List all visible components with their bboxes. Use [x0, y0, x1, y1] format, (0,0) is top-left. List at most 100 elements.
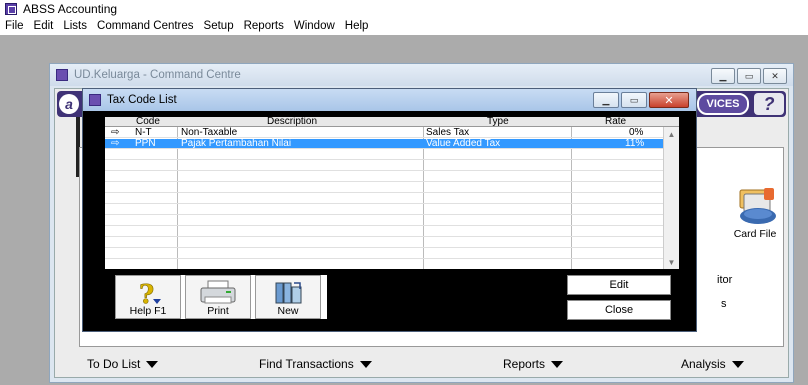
analysis-button[interactable]: Analysis: [681, 357, 744, 371]
cell-rate: 11%: [625, 138, 645, 149]
zoom-arrow-icon[interactable]: ⇨: [111, 128, 119, 138]
cell-rate: 0%: [629, 127, 644, 138]
card-file-button[interactable]: Card File: [720, 186, 790, 246]
partial-label-itor: itor: [717, 274, 733, 286]
header-type[interactable]: Type: [487, 117, 509, 127]
cell-type: Sales Tax: [426, 127, 470, 138]
cell-code: N-T: [135, 127, 152, 138]
help-question-icon: ?: [139, 280, 161, 307]
app-title: ABSS Accounting: [23, 1, 118, 16]
close-label: Close: [604, 304, 634, 316]
to-do-list-button[interactable]: To Do List: [87, 357, 159, 371]
command-centre-bottombar: To Do List Find Transactions Reports Ana…: [79, 351, 784, 377]
command-centre-titlebar[interactable]: UD.Keluarga - Command Centre ▁ ▭ ✕: [50, 64, 793, 86]
close-icon: ✕: [771, 70, 779, 81]
table-scrollbar[interactable]: ▲ ▼: [663, 127, 679, 269]
empty-row: [105, 238, 663, 248]
tax-code-list-dialog: Tax Code List ▁ ▭ ✕ Code Description Typ…: [82, 88, 697, 332]
cell-code: PPN: [135, 138, 156, 149]
new-button[interactable]: New: [255, 275, 321, 319]
banner-logo-icon: a: [59, 94, 79, 114]
header-description[interactable]: Description: [267, 117, 317, 127]
print-label: Print: [207, 305, 229, 317]
table-row[interactable]: ⇨ N-T Non-Taxable Sales Tax 0%: [105, 128, 663, 138]
cell-description: Non-Taxable: [181, 127, 238, 138]
dialog-close-button[interactable]: ✕: [649, 92, 689, 108]
edit-button[interactable]: Edit: [567, 275, 671, 295]
close-icon: ✕: [664, 94, 674, 107]
table-row-selected[interactable]: ⇨ PPN Pajak Pertambahan Nilai Value Adde…: [105, 139, 663, 149]
menu-file[interactable]: File: [5, 20, 24, 32]
printer-icon: [200, 280, 236, 304]
menu-edit[interactable]: Edit: [34, 20, 54, 32]
chevron-down-icon: [146, 360, 159, 368]
services-tab[interactable]: VICES: [697, 93, 749, 115]
zoom-arrow-icon[interactable]: ⇨: [111, 139, 119, 149]
new-record-icon: [275, 282, 302, 304]
dialog-toolbar: ? Help F1 Print New: [115, 275, 327, 319]
empty-row: [105, 172, 663, 182]
new-label: New: [277, 305, 299, 317]
header-code[interactable]: Code: [136, 117, 160, 127]
empty-row: [105, 249, 663, 259]
chevron-down-icon: [359, 360, 372, 368]
menubar: File Edit Lists Command Centres Setup Re…: [0, 17, 808, 35]
empty-row: [105, 205, 663, 215]
minimize-icon: ▁: [719, 70, 727, 81]
menu-setup[interactable]: Setup: [204, 20, 234, 32]
close-button[interactable]: ✕: [763, 68, 787, 84]
chevron-down-icon: [551, 360, 564, 368]
dialog-maximize-button[interactable]: ▭: [621, 92, 647, 108]
find-transactions-button[interactable]: Find Transactions: [259, 357, 372, 371]
empty-row: [105, 216, 663, 226]
scroll-up-icon[interactable]: ▲: [664, 127, 679, 141]
menu-help[interactable]: Help: [345, 20, 369, 32]
header-rate[interactable]: Rate: [605, 117, 626, 127]
edit-label: Edit: [609, 279, 629, 291]
minimize-icon: ▁: [602, 94, 610, 105]
dialog-titlebar[interactable]: Tax Code List ▁ ▭ ✕: [83, 89, 696, 111]
to-do-list-label: To Do List: [87, 357, 141, 371]
empty-row: [105, 227, 663, 237]
dialog-minimize-button[interactable]: ▁: [593, 92, 619, 108]
empty-row: [105, 194, 663, 204]
empty-row: [105, 183, 663, 193]
table-header: Code Description Type Rate: [105, 117, 679, 127]
minimize-button[interactable]: ▁: [711, 68, 735, 84]
app-titlebar: ABSS Accounting: [0, 0, 808, 17]
print-button[interactable]: Print: [185, 275, 251, 319]
maximize-button[interactable]: ▭: [737, 68, 761, 84]
menu-reports[interactable]: Reports: [244, 20, 284, 32]
svg-text:?: ?: [139, 280, 154, 307]
reports-label: Reports: [503, 357, 546, 371]
dialog-title: Tax Code List: [107, 94, 177, 106]
scroll-down-icon[interactable]: ▼: [664, 255, 679, 269]
dialog-window-icon: [89, 94, 101, 106]
command-centre-title: UD.Keluarga - Command Centre: [74, 69, 241, 81]
help-button[interactable]: ?: [754, 93, 784, 115]
help-f1-label: Help F1: [129, 305, 167, 317]
card-file-icon: [739, 188, 776, 224]
reports-button[interactable]: Reports: [503, 357, 564, 371]
help-f1-button[interactable]: ? Help F1: [115, 275, 181, 319]
chevron-down-icon: [731, 360, 744, 368]
close-dialog-button[interactable]: Close: [567, 300, 671, 320]
maximize-icon: ▭: [629, 94, 639, 105]
cell-type: Value Added Tax: [426, 138, 501, 149]
analysis-label: Analysis: [681, 357, 726, 371]
cell-description: Pajak Pertambahan Nilai: [181, 138, 292, 149]
services-label: VICES: [706, 98, 740, 110]
empty-row: [105, 161, 663, 171]
help-question-icon: ?: [763, 93, 775, 114]
card-file-label: Card File: [733, 228, 777, 240]
find-transactions-label: Find Transactions: [259, 357, 354, 371]
app-icon: [5, 2, 17, 15]
menu-lists[interactable]: Lists: [63, 20, 87, 32]
partial-label-s: s: [721, 298, 727, 310]
window-icon: [56, 69, 68, 81]
maximize-icon: ▭: [744, 70, 754, 81]
menu-window[interactable]: Window: [294, 20, 335, 32]
menu-command-centres[interactable]: Command Centres: [97, 20, 194, 32]
tax-code-table: Code Description Type Rate ⇨ N-T Non-Tax…: [105, 117, 679, 269]
empty-row: [105, 150, 663, 160]
